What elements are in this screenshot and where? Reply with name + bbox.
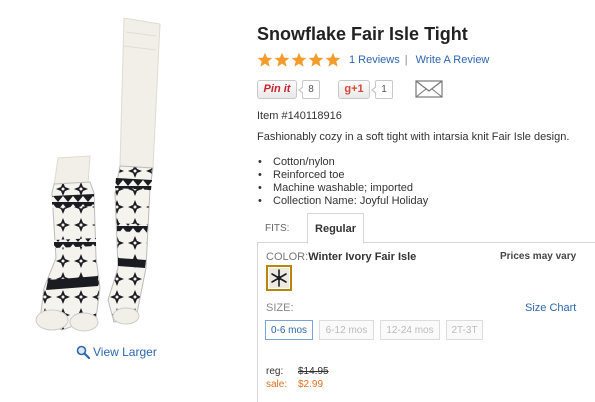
sale-price-line: sale: $2.99 xyxy=(266,378,329,391)
size-chart-link[interactable]: Size Chart xyxy=(525,302,576,314)
fits-tabs: FITS: Regular xyxy=(257,213,595,244)
star-icon xyxy=(257,52,273,67)
color-swatch[interactable] xyxy=(266,265,292,291)
item-number: Item #140118916 xyxy=(257,110,342,122)
list-item: • Collection Name: Joyful Holiday xyxy=(258,195,429,207)
google-plus-button[interactable]: g+1 xyxy=(338,79,370,99)
view-larger-label: View Larger xyxy=(93,345,157,359)
feature-text: Cotton/nylon xyxy=(273,156,335,168)
write-review-link[interactable]: Write A Review xyxy=(416,54,490,66)
magnifier-icon xyxy=(76,345,90,359)
sale-price: $2.99 xyxy=(298,379,324,390)
list-item: • Machine washable; imported xyxy=(258,182,414,194)
star-icon xyxy=(291,52,307,67)
list-item: • Cotton/nylon xyxy=(258,156,335,168)
color-label-text: COLOR: xyxy=(266,251,309,263)
size-option-12-24-mos[interactable]: 12-24 mos xyxy=(380,320,440,340)
feature-list: • Cotton/nylon • Reinforced toe • Machine w… xyxy=(257,156,428,208)
product-image-area: View Larger xyxy=(0,0,240,402)
tab-regular[interactable]: Regular xyxy=(307,213,364,244)
size-option-0-6-mos[interactable]: 0-6 mos xyxy=(265,320,313,340)
size-label: SIZE: xyxy=(266,302,294,314)
star-icon xyxy=(308,52,324,67)
fits-label: FITS: xyxy=(265,223,290,234)
rating-row: 1 Reviews | Write A Review xyxy=(257,51,489,69)
product-details: Snowflake Fair Isle Tight 1 Reviews | Wr… xyxy=(257,0,595,402)
product-description: Fashionably cozy in a soft tight with in… xyxy=(257,131,570,143)
list-item: • Reinforced toe xyxy=(258,169,345,181)
star-icon xyxy=(325,52,341,67)
snowflake-swatch-icon xyxy=(269,268,289,288)
price-block: reg: $14.95 sale: $2.99 xyxy=(266,365,329,391)
product-title: Snowflake Fair Isle Tight xyxy=(257,24,468,44)
color-label: COLOR:Winter Ivory Fair Isle xyxy=(266,251,416,263)
star-rating[interactable] xyxy=(257,52,341,68)
star-icon xyxy=(274,52,290,67)
pinit-button[interactable]: Pin it xyxy=(257,79,297,99)
prices-may-vary: Prices may vary xyxy=(500,251,577,262)
view-larger-link[interactable]: View Larger xyxy=(76,345,157,359)
feature-text: Reinforced toe xyxy=(273,169,345,181)
size-selector: 0-6 mos 6-12 mos 12-24 mos 2T-3T xyxy=(265,320,483,340)
color-value: Winter Ivory Fair Isle xyxy=(308,251,417,263)
sale-label: sale: xyxy=(266,379,288,390)
pinit-count: 8 xyxy=(298,79,320,99)
feature-text: Machine washable; imported xyxy=(273,182,414,194)
review-separator: | xyxy=(404,54,408,66)
feature-text: Collection Name: Joyful Holiday xyxy=(273,195,429,207)
size-option-2t-3t[interactable]: 2T-3T xyxy=(446,320,483,340)
regular-price-line: reg: $14.95 xyxy=(266,365,329,378)
product-image[interactable] xyxy=(18,18,168,338)
email-icon[interactable] xyxy=(415,80,443,98)
reg-label: reg: xyxy=(266,366,284,377)
reg-price: $14.95 xyxy=(298,366,329,377)
reviews-link[interactable]: 1 Reviews xyxy=(349,54,400,66)
social-share-row: Pin it 8 g+1 1 xyxy=(257,79,443,99)
size-option-6-12-mos[interactable]: 6-12 mos xyxy=(319,320,374,340)
options-panel: COLOR:Winter Ivory Fair Isle Prices may … xyxy=(257,242,595,402)
google-plus-count: 1 xyxy=(371,79,393,99)
